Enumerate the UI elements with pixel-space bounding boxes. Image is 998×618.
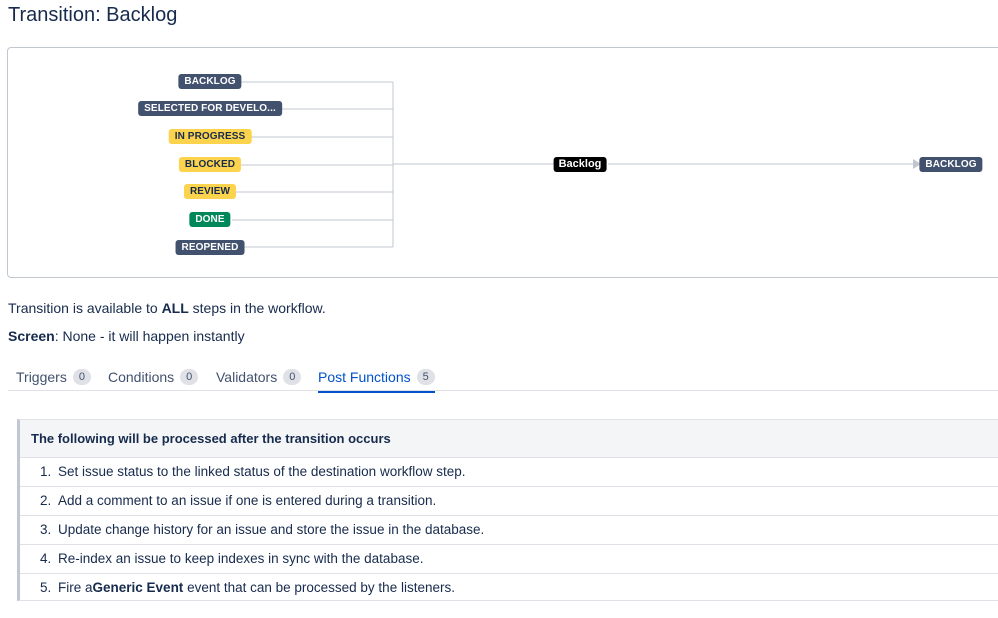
post-function-item: 3. Update change history for an issue an…	[20, 516, 998, 545]
diagram-connectors	[232, 81, 921, 248]
post-function-item: 2. Add a comment to an issue if one is e…	[20, 487, 998, 516]
workflow-diagram: BACKLOG SELECTED FOR DEVELO... IN PROGRE…	[7, 47, 998, 278]
to-status-backlog: BACKLOG	[919, 157, 983, 172]
generic-event-name: Generic Event	[92, 580, 184, 595]
tab-conditions-count: 0	[180, 369, 199, 385]
tab-triggers-count: 0	[72, 369, 91, 385]
from-status-done: DONE	[189, 212, 231, 227]
from-status-blocked: BLOCKED	[178, 157, 242, 172]
tab-triggers[interactable]: Triggers 0	[16, 369, 91, 391]
transition-label: Backlog	[553, 157, 607, 172]
tab-validators-count: 0	[283, 369, 302, 385]
from-status-reopened: REOPENED	[175, 240, 245, 255]
from-status-selected-for-development: SELECTED FOR DEVELO...	[138, 101, 282, 116]
post-functions-header: The following will be processed after th…	[20, 420, 998, 458]
from-status-in-progress: IN PROGRESS	[168, 129, 252, 144]
tab-bar: Triggers 0 Conditions 0 Validators 0 Pos…	[8, 363, 998, 393]
post-function-item: 5. Fire a Generic Event event that can b…	[20, 574, 998, 602]
post-function-item: 4. Re-index an issue to keep indexes in …	[20, 545, 998, 574]
tab-post-functions[interactable]: Post Functions 5	[318, 369, 435, 393]
availability-text: Transition is available to ALL steps in …	[8, 300, 326, 316]
page-title: Transition: Backlog	[8, 4, 178, 26]
tab-post-functions-count: 5	[416, 369, 435, 385]
tab-conditions[interactable]: Conditions 0	[108, 369, 199, 391]
post-functions-panel: The following will be processed after th…	[17, 419, 998, 601]
tab-validators[interactable]: Validators 0	[216, 369, 302, 391]
screen-text: Screen: None - it will happen instantly	[8, 328, 245, 344]
from-status-review: REVIEW	[183, 184, 237, 199]
from-status-backlog: BACKLOG	[178, 74, 242, 89]
post-function-item: 1. Set issue status to the linked status…	[20, 458, 998, 487]
